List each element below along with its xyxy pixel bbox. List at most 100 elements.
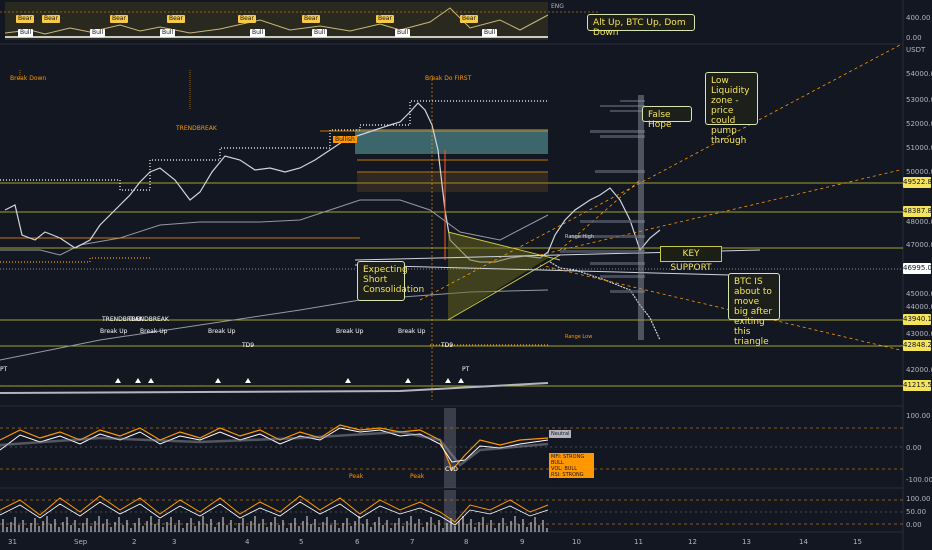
price-axis-label: 50000.00 — [906, 168, 932, 176]
osc2-bar — [174, 525, 176, 532]
osc2-bar — [370, 527, 372, 532]
osc2-bar — [390, 528, 392, 532]
osc2-bar — [430, 517, 432, 532]
osc2-bar — [122, 525, 124, 532]
osc2-bar — [30, 523, 32, 532]
price-tag: 49522.82 — [903, 177, 932, 188]
osc1-line-orange — [0, 424, 549, 472]
osc2-bar — [494, 528, 496, 532]
osc2-bar — [374, 522, 376, 532]
osc2-bar — [222, 517, 224, 532]
osc2-bar — [446, 523, 448, 532]
osc2-bar — [398, 518, 400, 532]
osc2-bar — [366, 519, 368, 532]
osc2-bar — [534, 517, 536, 532]
time-axis-label: 15 — [853, 538, 862, 546]
osc1-neutral-tag: Neutral — [549, 430, 572, 438]
time-axis-label: 10 — [572, 538, 581, 546]
osc2-bar — [410, 516, 412, 532]
osc2-bar — [434, 525, 436, 532]
osc2-bar — [138, 518, 140, 532]
price-axis-currency: USDT — [906, 46, 926, 54]
osc2-bar — [438, 520, 440, 532]
price-axis-label: 48000.00 — [906, 218, 932, 226]
eng-label: ENG — [551, 3, 564, 10]
break-up-label: Break Up — [336, 328, 364, 335]
osc1-axis-label: 0.00 — [906, 444, 922, 452]
osc2-bar — [2, 519, 4, 532]
osc2-bar — [478, 522, 480, 532]
callout-false-hope[interactable]: False Hope — [642, 106, 692, 130]
osc2-bar — [238, 523, 240, 532]
bear-tag: Bear — [42, 15, 60, 23]
bear-tag: Bear — [110, 15, 128, 23]
pt-label: PT — [462, 366, 470, 373]
osc2-bar — [98, 516, 100, 532]
price-axis-label: 51000.00 — [906, 144, 932, 152]
price-axis-label: 43000.00 — [906, 330, 932, 338]
osc2-bar — [86, 518, 88, 532]
osc2-bar — [26, 528, 28, 532]
time-axis-label: 9 — [520, 538, 525, 546]
osc2-axis-label: 50.00 — [906, 508, 927, 516]
callout-btc-big-move[interactable]: BTC IS about to move big after exiting t… — [728, 273, 780, 347]
osc2-bar — [454, 526, 456, 532]
osc2-bar — [462, 516, 464, 532]
osc2-bar — [178, 520, 180, 532]
callout-expecting[interactable]: Expecting Short Consolidation — [357, 261, 424, 301]
time-axis-label: 12 — [688, 538, 697, 546]
cvd-label: CVD — [445, 466, 458, 473]
osc2-bar — [234, 528, 236, 532]
chart-canvas[interactable] — [0, 0, 932, 550]
triangle-pattern — [448, 232, 548, 320]
osc2-bar — [342, 523, 344, 532]
osc2-bar — [54, 519, 56, 532]
osc2-bar — [538, 525, 540, 532]
bull-tag: Bull — [18, 29, 34, 37]
osc2-bar — [262, 519, 264, 532]
osc2-bar — [502, 518, 504, 532]
break-down-label: Break Down — [10, 75, 47, 82]
osc2-bar — [378, 517, 380, 532]
callout-low-liquidity[interactable]: Low Liquidity zone - price could pump th… — [705, 72, 758, 146]
osc1-line-white — [0, 427, 549, 463]
osc2-bar — [18, 525, 20, 532]
time-axis-label: 8 — [464, 538, 469, 546]
break-down-first-label: Break Do FIRST — [425, 75, 472, 82]
osc2-bar — [110, 527, 112, 532]
osc2-bar — [382, 525, 384, 532]
osc2-bar — [338, 528, 340, 532]
osc2-bar — [202, 516, 204, 532]
osc2-bar — [118, 517, 120, 532]
current-price-tag: 46995.00 — [903, 263, 932, 274]
osc2-bar — [474, 527, 476, 532]
osc2-bar — [210, 519, 212, 532]
osc2-bar — [418, 519, 420, 532]
osc2-bar — [246, 526, 248, 532]
osc2-bar — [70, 525, 72, 532]
time-axis-label: 3 — [172, 538, 177, 546]
osc2-bar — [530, 522, 532, 532]
osc2-bar — [498, 523, 500, 532]
osc2-bar — [182, 528, 184, 532]
bull-tag: Bull — [90, 29, 106, 37]
time-axis-label: 31 — [8, 538, 17, 546]
osc2-bar — [6, 527, 8, 532]
osc2-bar — [310, 524, 312, 532]
osc2-bar — [270, 522, 272, 532]
osc2-bar — [242, 518, 244, 532]
signal-markers — [115, 378, 464, 383]
osc2-bar — [278, 525, 280, 532]
osc2-bar — [346, 518, 348, 532]
bull-tag: Bull — [482, 29, 498, 37]
osc2-bar — [294, 518, 296, 532]
osc2-bar — [214, 527, 216, 532]
bear-tag: Bear — [167, 15, 185, 23]
osc2-bar — [150, 516, 152, 532]
callout-alt-up[interactable]: Alt Up, BTC Up, Dom Down — [587, 14, 695, 38]
osc2-bar — [130, 528, 132, 532]
osc2-bar — [274, 517, 276, 532]
key-support-label[interactable]: KEY SUPPORT — [660, 246, 722, 273]
osc2-axis-label: 0.00 — [906, 521, 922, 529]
osc2-bar — [542, 520, 544, 532]
